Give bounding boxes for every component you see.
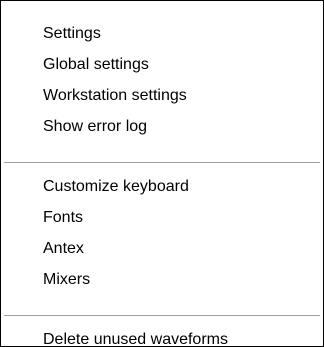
menu-item-workstation-settings[interactable]: Workstation settings [1,80,323,111]
menu-item-show-error-log[interactable]: Show error log [1,111,323,142]
context-menu: Settings Global settings Workstation set… [0,0,324,347]
menu-item-antex[interactable]: Antex [1,233,323,264]
menu-group-customize: Customize keyboard Fonts Antex Mixers [1,171,323,295]
menu-item-global-settings[interactable]: Global settings [1,49,323,80]
menu-item-customize-keyboard[interactable]: Customize keyboard [1,171,323,202]
menu-item-delete-unused-waveforms[interactable]: Delete unused waveforms [1,324,323,346]
menu-separator [4,162,320,164]
menu-group-waveforms: Delete unused waveforms [1,324,323,346]
menu-group-settings: Settings Global settings Workstation set… [1,18,323,142]
menu-separator [4,315,320,317]
menu-item-settings[interactable]: Settings [1,18,323,49]
menu-item-fonts[interactable]: Fonts [1,202,323,233]
menu-item-mixers[interactable]: Mixers [1,264,323,295]
